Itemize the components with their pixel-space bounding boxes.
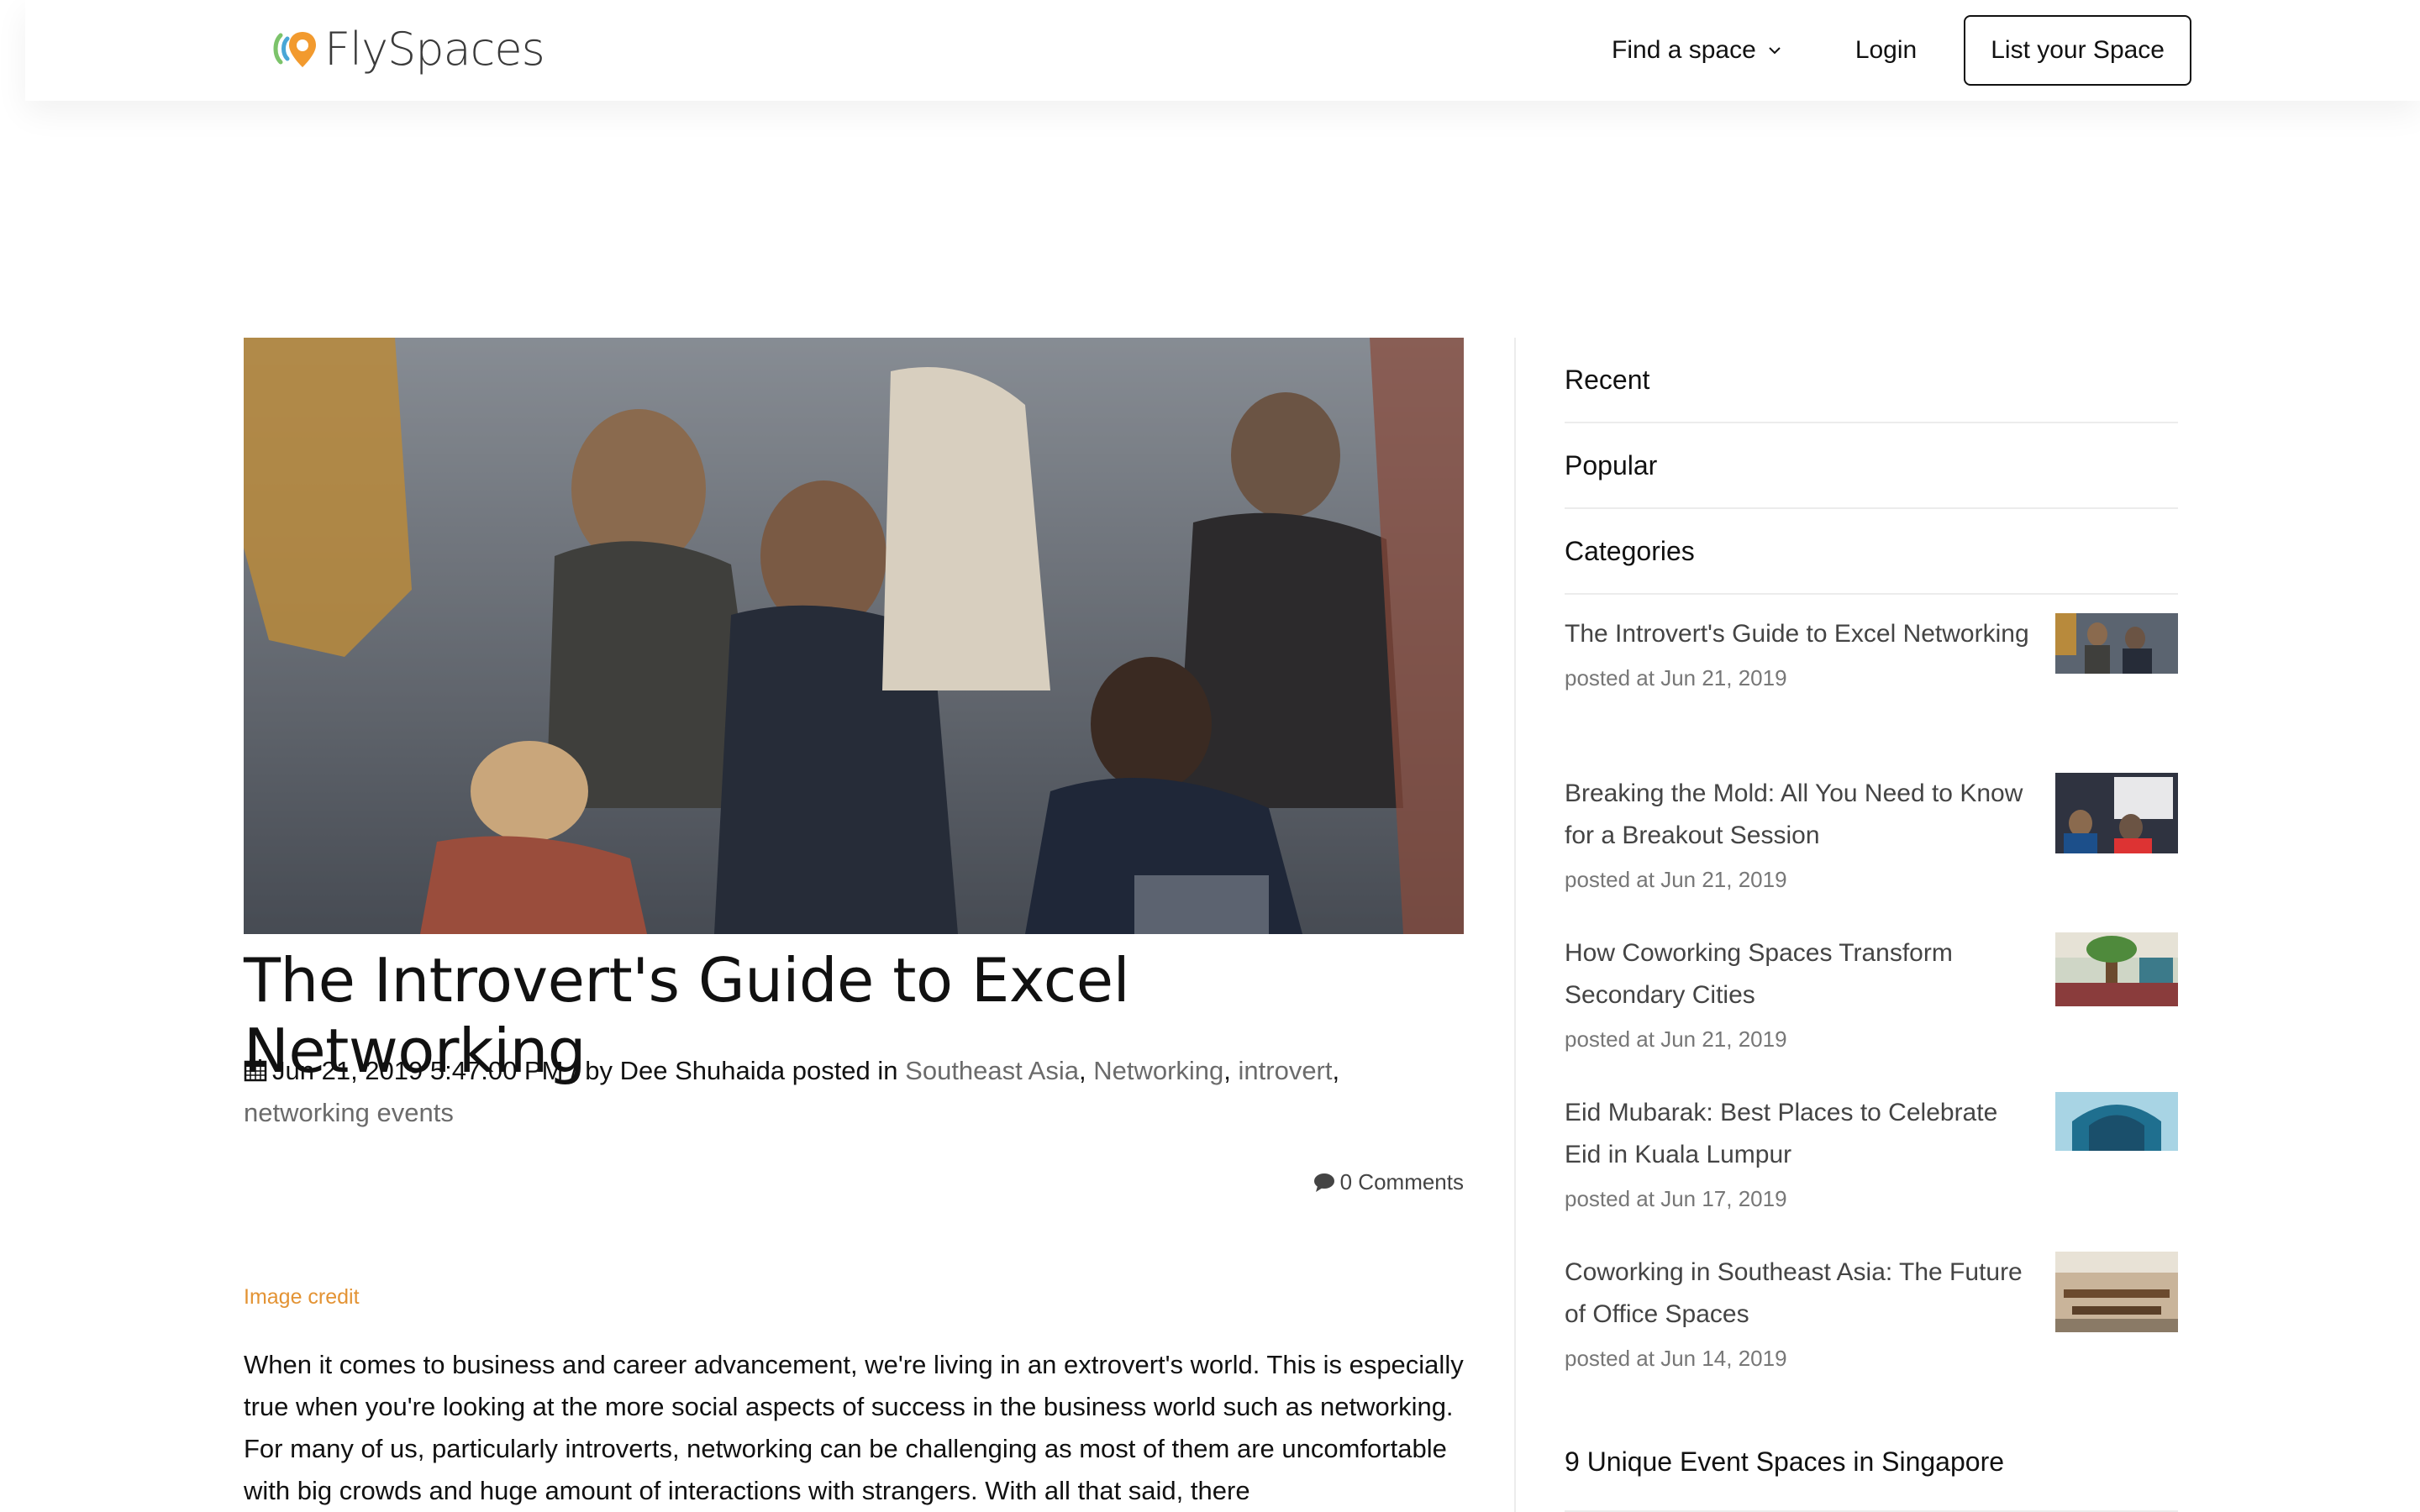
post-title[interactable]: The Introvert's Guide to Excel Networkin… xyxy=(1565,613,2035,655)
post-title[interactable]: Breaking the Mold: All You Need to Know … xyxy=(1565,773,2035,857)
post-title[interactable]: How Coworking Spaces Transform Secondary… xyxy=(1565,932,2035,1016)
thumbnail-image xyxy=(2055,1252,2178,1332)
article-meta: Jun 21, 2019 5:47:00 PM / by Dee Shuhaid… xyxy=(244,1056,1340,1127)
logo-text: FlySpaces xyxy=(324,22,545,76)
thumbnail-image xyxy=(2055,932,2178,1006)
column-divider xyxy=(1514,338,1516,1512)
post-info: Coworking in Southeast Asia: The Future … xyxy=(1565,1252,2035,1411)
comments-link[interactable]: 0 Comments xyxy=(1244,1169,1464,1195)
article-hero-image xyxy=(244,338,1464,934)
thumbnail-image xyxy=(2055,773,2178,853)
thumbnail-image xyxy=(2055,613,2178,674)
sidebar: Recent Popular Categories The Introvert'… xyxy=(1565,338,2178,1411)
post-info: Breaking the Mold: All You Need to Know … xyxy=(1565,773,2035,932)
logo-pin-icon xyxy=(273,32,316,67)
chevron-down-icon xyxy=(1769,47,1781,55)
sidebar-section-title[interactable]: 9 Unique Event Spaces in Singapore xyxy=(1565,1446,2178,1512)
thumbnail-image xyxy=(2055,1092,2178,1151)
logo[interactable]: FlySpaces xyxy=(269,22,545,76)
post-date: posted at Jun 17, 2019 xyxy=(1565,1186,1787,1211)
post-info: How Coworking Spaces Transform Secondary… xyxy=(1565,932,2035,1092)
main-nav: Find a space Login List your Space xyxy=(1612,15,2191,86)
list-item[interactable]: The Introvert's Guide to Excel Networkin… xyxy=(1565,613,2178,773)
list-item[interactable]: Coworking in Southeast Asia: The Future … xyxy=(1565,1252,2178,1411)
comments-count: 0 Comments xyxy=(1339,1169,1464,1194)
networking-event-photo xyxy=(244,338,1464,934)
tag-networking[interactable]: Networking xyxy=(1093,1056,1223,1085)
calendar-icon xyxy=(244,1059,267,1082)
post-thumbnail[interactable] xyxy=(2055,932,2178,1006)
recent-posts-list: The Introvert's Guide to Excel Networkin… xyxy=(1565,613,2178,1411)
tab-categories[interactable]: Categories xyxy=(1565,509,2178,595)
post-info: Eid Mubarak: Best Places to Celebrate Ei… xyxy=(1565,1092,2035,1252)
post-date: posted at Jun 21, 2019 xyxy=(1565,867,1787,892)
list-your-space-button[interactable]: List your Space xyxy=(1964,15,2191,86)
list-item[interactable]: How Coworking Spaces Transform Secondary… xyxy=(1565,932,2178,1092)
post-date: posted at Jun 14, 2019 xyxy=(1565,1346,1787,1371)
post-date: posted at Jun 21, 2019 xyxy=(1565,665,1787,690)
list-item[interactable]: Eid Mubarak: Best Places to Celebrate Ei… xyxy=(1565,1092,2178,1252)
tag-introvert[interactable]: introvert xyxy=(1239,1056,1333,1085)
tab-recent[interactable]: Recent xyxy=(1565,338,2178,423)
tag-southeast-asia[interactable]: Southeast Asia xyxy=(905,1056,1079,1085)
find-a-space-label: Find a space xyxy=(1612,36,1756,64)
article-date-author: Jun 21, 2019 5:47:00 PM / by Dee Shuhaid… xyxy=(272,1056,898,1085)
post-thumbnail[interactable] xyxy=(2055,1252,2178,1332)
post-title[interactable]: Coworking in Southeast Asia: The Future … xyxy=(1565,1252,2035,1336)
post-thumbnail[interactable] xyxy=(2055,613,2178,674)
article-body: When it comes to business and career adv… xyxy=(244,1350,1464,1505)
comment-icon xyxy=(1313,1173,1334,1192)
image-credit-link[interactable]: Image credit xyxy=(244,1285,360,1310)
post-date: posted at Jun 21, 2019 xyxy=(1565,1026,1787,1052)
post-thumbnail[interactable] xyxy=(2055,773,2178,853)
site-header: FlySpaces Find a space Login List your S… xyxy=(25,0,2420,101)
post-info: The Introvert's Guide to Excel Networkin… xyxy=(1565,613,2035,773)
tab-popular[interactable]: Popular xyxy=(1565,423,2178,509)
tag-networking-events[interactable]: networking events xyxy=(244,1098,454,1127)
post-title[interactable]: Eid Mubarak: Best Places to Celebrate Ei… xyxy=(1565,1092,2035,1176)
find-a-space-dropdown[interactable]: Find a space xyxy=(1612,36,1783,65)
list-item[interactable]: Breaking the Mold: All You Need to Know … xyxy=(1565,773,2178,932)
post-thumbnail[interactable] xyxy=(2055,1092,2178,1151)
login-link[interactable]: Login xyxy=(1855,36,1917,65)
